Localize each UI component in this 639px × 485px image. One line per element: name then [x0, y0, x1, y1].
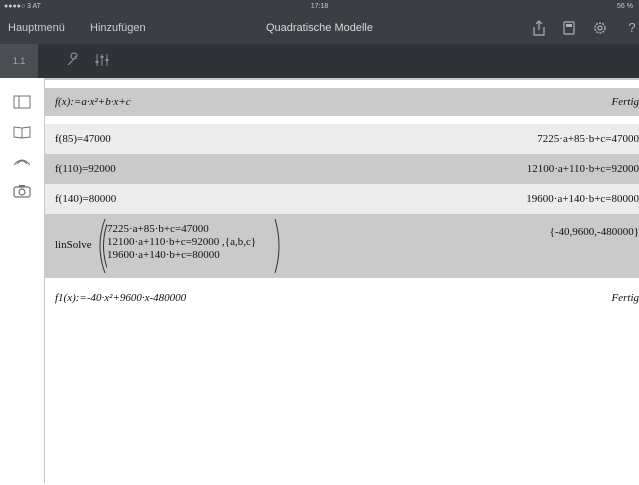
equation-1: 7225·a+85·b+c=47000 — [107, 223, 256, 236]
toolbar: 1.1 — [0, 44, 639, 78]
nav-bar: Quadratische Modelle Hauptmenü Hinzufüge… — [0, 14, 639, 44]
left-parens — [93, 218, 107, 274]
wrench-icon[interactable] — [64, 52, 82, 70]
book-icon[interactable] — [13, 125, 31, 141]
add-button[interactable]: Hinzufügen — [90, 22, 146, 34]
linsolve-label: linSolve — [55, 239, 92, 251]
row6-output: Fertig — [612, 292, 639, 304]
status-bar: ●●●●○ 3 AT 17:18 56 % — [0, 0, 639, 14]
history-row-linsolve[interactable]: linSolve 7225·a+85·b+c=47000 12100·a+110… — [45, 214, 639, 278]
camera-icon[interactable] — [13, 184, 31, 200]
row1-output: Fertig — [612, 96, 639, 108]
scratchpad-icon[interactable] — [13, 155, 31, 171]
history-row-define-f1[interactable]: f1(x):=-40·x²+9600·x-480000 Fertig — [45, 280, 639, 316]
clock: 17:18 — [0, 3, 639, 10]
row1-input: f(x):=a·x²+b·x+c — [55, 96, 131, 108]
page-sorter-icon[interactable] — [13, 95, 31, 111]
page-tab[interactable]: 1.1 — [0, 44, 38, 78]
row4-output: 19600·a+140·b+c=80000 — [526, 193, 639, 205]
history-row-f85[interactable]: f(85)=47000 7225·a+85·b+c=47000 — [45, 124, 639, 154]
history-row-define-f[interactable]: f(x):=a·x²+b·x+c Fertig — [45, 88, 639, 116]
equation-2: 12100·a+110·b+c=92000 ,{a,b,c} — [107, 236, 256, 249]
row3-input: f(110)=92000 — [55, 163, 116, 175]
calculator-icon[interactable] — [561, 20, 577, 36]
main-menu-button[interactable]: Hauptmenü — [8, 22, 65, 34]
history-row-f110[interactable]: f(110)=92000 12100·a+110·b+c=92000 — [45, 154, 639, 184]
equation-3: 19600·a+140·b+c=80000 — [107, 249, 256, 262]
battery-text: 56 % — [617, 3, 633, 10]
settings-icon[interactable] — [592, 20, 608, 36]
sliders-icon[interactable] — [93, 52, 111, 70]
row2-input: f(85)=47000 — [55, 133, 111, 145]
help-icon[interactable]: ? — [624, 20, 639, 36]
history-row-f140[interactable]: f(140)=80000 19600·a+140·b+c=80000 — [45, 184, 639, 214]
row3-output: 12100·a+110·b+c=92000 — [527, 163, 639, 175]
right-paren — [273, 218, 283, 274]
row2-output: 7225·a+85·b+c=47000 — [537, 133, 639, 145]
equation-system: 7225·a+85·b+c=47000 12100·a+110·b+c=9200… — [107, 223, 256, 262]
linsolve-result: {-40,9600,-480000} — [550, 226, 639, 238]
row6-input: f1(x):=-40·x²+9600·x-480000 — [55, 292, 186, 304]
sidebar — [0, 78, 45, 483]
share-icon[interactable] — [531, 20, 547, 36]
calculator-history: f(x):=a·x²+b·x+c Fertig f(85)=47000 7225… — [45, 78, 639, 485]
row4-input: f(140)=80000 — [55, 193, 116, 205]
